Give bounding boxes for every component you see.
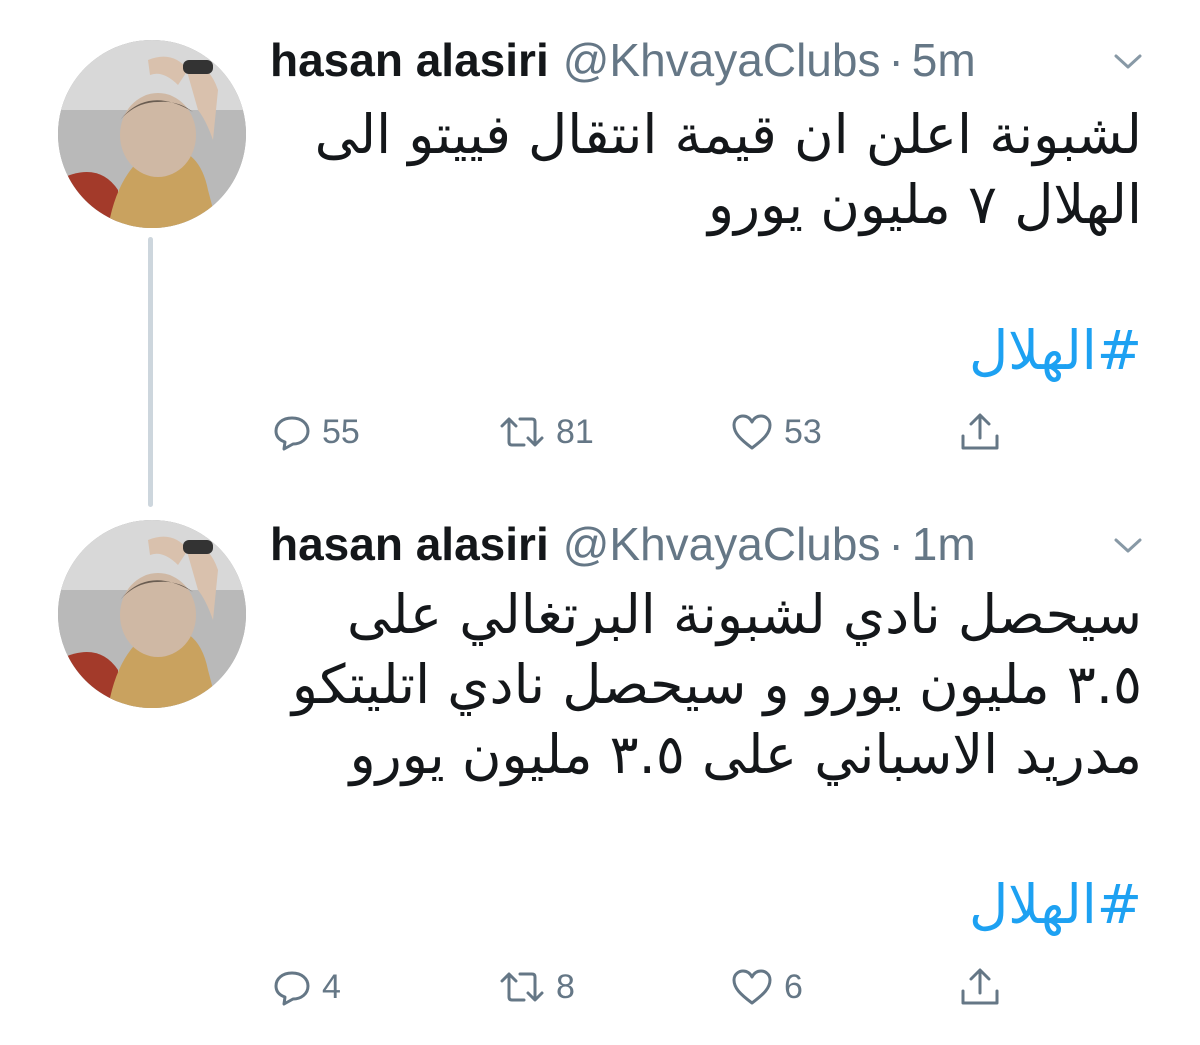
share-icon <box>958 410 1002 454</box>
chevron-down-icon[interactable] <box>1112 45 1144 77</box>
tweet-actions: 55 81 53 <box>272 402 1032 462</box>
retweet-count: 8 <box>556 967 575 1006</box>
reply-count: 4 <box>322 967 341 1006</box>
thread-line <box>148 237 153 507</box>
like-button[interactable]: 53 <box>730 402 822 462</box>
tweet-text: سيحصل نادي لشبونة البرتغالي على ٣.٥ مليو… <box>291 583 1142 786</box>
avatar-image <box>58 40 246 228</box>
username[interactable]: @KhvayaClubs <box>563 30 881 90</box>
retweet-icon <box>498 412 546 452</box>
reply-icon <box>272 412 312 452</box>
tweet-text: لشبونة اعلن ان قيمة انتقال فييتو الى اله… <box>314 103 1142 236</box>
share-icon <box>958 965 1002 1009</box>
retweet-button[interactable]: 81 <box>498 402 594 462</box>
reply-button[interactable]: 55 <box>272 402 360 462</box>
avatar[interactable] <box>58 520 246 708</box>
display-name[interactable]: hasan alasiri <box>270 30 549 90</box>
like-count: 6 <box>784 967 803 1006</box>
heart-icon <box>730 967 774 1007</box>
display-name[interactable]: hasan alasiri <box>270 514 549 574</box>
retweet-count: 81 <box>556 412 594 451</box>
heart-icon <box>730 412 774 452</box>
tweet-header: hasan alasiri @KhvayaClubs · 1m <box>270 514 1170 574</box>
hashtag-link[interactable]: #الهلال <box>969 316 1142 386</box>
hashtag-link[interactable]: #الهلال <box>969 870 1142 940</box>
separator: · <box>888 34 904 86</box>
timestamp[interactable]: 5m <box>912 30 976 90</box>
separator: · <box>888 518 904 570</box>
share-button[interactable] <box>958 957 1002 1017</box>
tweet-header: hasan alasiri @KhvayaClubs · 5m <box>270 30 1170 90</box>
reply-count: 55 <box>322 412 360 451</box>
chevron-down-icon[interactable] <box>1112 529 1144 561</box>
share-button[interactable] <box>958 402 1002 462</box>
avatar-image <box>58 520 246 708</box>
like-count: 53 <box>784 412 822 451</box>
reply-icon <box>272 967 312 1007</box>
retweet-icon <box>498 967 546 1007</box>
avatar[interactable] <box>58 40 246 228</box>
like-button[interactable]: 6 <box>730 957 803 1017</box>
reply-button[interactable]: 4 <box>272 957 341 1017</box>
tweet-actions: 4 8 6 <box>272 957 1032 1017</box>
username[interactable]: @KhvayaClubs <box>563 514 881 574</box>
timestamp[interactable]: 1m <box>912 514 976 574</box>
tweet[interactable]: hasan alasiri @KhvayaClubs · 5m لشبونة ا… <box>0 0 1200 507</box>
retweet-button[interactable]: 8 <box>498 957 575 1017</box>
